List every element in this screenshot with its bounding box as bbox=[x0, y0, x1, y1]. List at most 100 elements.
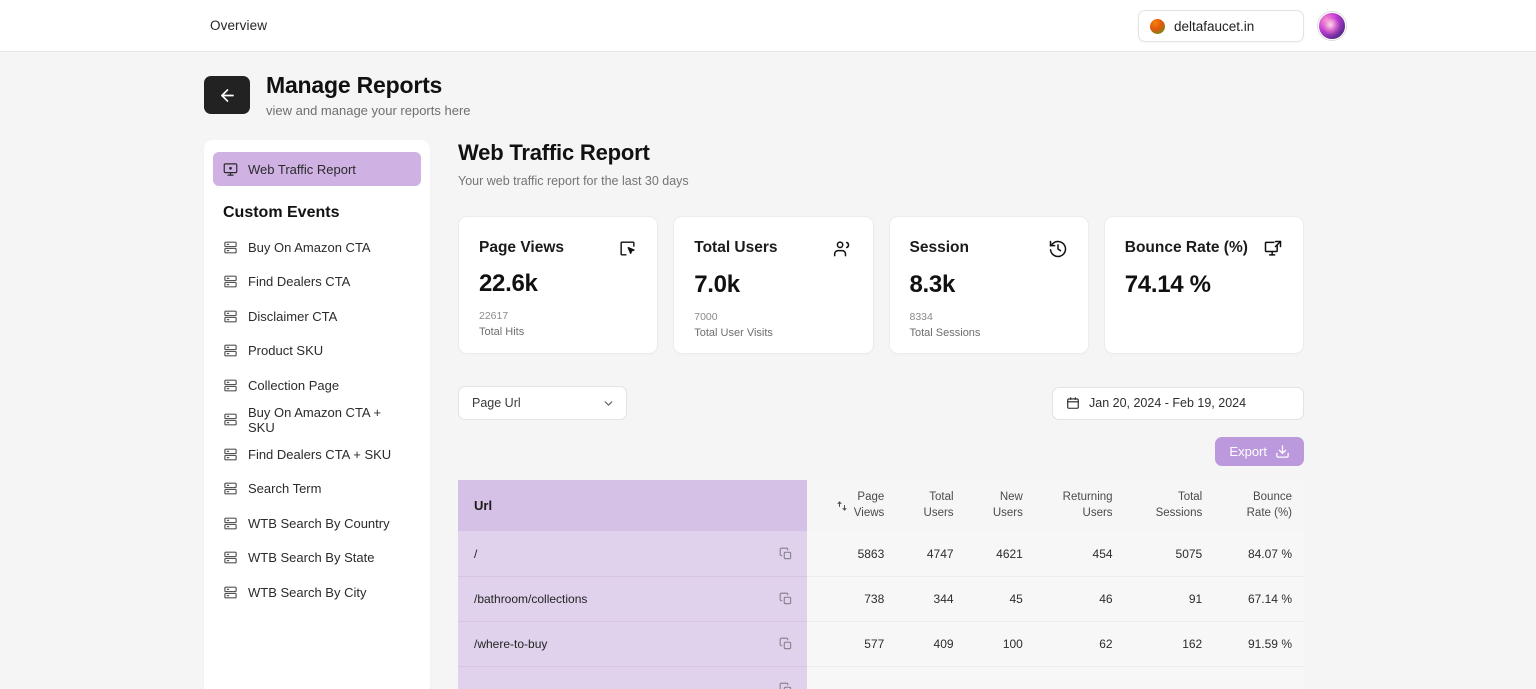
col-header-url[interactable]: Url bbox=[458, 480, 807, 532]
sidebar: Web Traffic Report Custom Events Buy On … bbox=[204, 140, 430, 689]
cell-returning-users bbox=[1034, 666, 1125, 689]
cell-url-text: /bathroom/collections bbox=[474, 591, 588, 606]
cell-url[interactable]: /bathroom/collections bbox=[458, 576, 807, 622]
col-header-returning-users[interactable]: Returning Users bbox=[1034, 480, 1125, 532]
sidebar-item-label: Search Term bbox=[248, 481, 322, 497]
col-label-line1: Bounce bbox=[1252, 491, 1292, 504]
cell-total-users bbox=[896, 666, 966, 689]
sidebar-item-label: Find Dealers CTA bbox=[248, 274, 351, 290]
stat-desc: Total Hits bbox=[479, 326, 525, 339]
copy-url-button[interactable] bbox=[779, 592, 793, 606]
nav-overview[interactable]: Overview bbox=[210, 18, 267, 33]
cell-new-users: 4621 bbox=[965, 531, 1035, 577]
sidebar-item-web-traffic-report[interactable]: Web Traffic Report bbox=[213, 152, 421, 187]
cell-page-views: 5863 bbox=[806, 531, 897, 577]
cell-new-users: 100 bbox=[965, 621, 1035, 667]
col-label-line2: Users bbox=[992, 506, 1023, 519]
export-button-label: Export bbox=[1229, 444, 1267, 460]
cell-page-views bbox=[806, 666, 897, 689]
sidebar-item-event[interactable]: Collection Page bbox=[213, 368, 421, 402]
table-header-row: Url Page Views Total Users New Users Ret… bbox=[458, 480, 1304, 532]
sidebar-item-event[interactable]: Buy On Amazon CTA bbox=[213, 230, 421, 264]
cell-returning-users: 62 bbox=[1034, 621, 1125, 667]
back-button[interactable] bbox=[204, 76, 250, 115]
stat-desc: Total User Visits bbox=[694, 327, 773, 340]
sidebar-item-label: Web Traffic Report bbox=[248, 161, 356, 177]
table-row[interactable]: /bathroom/collections 738 344 45 46 91 6… bbox=[458, 576, 1304, 622]
sidebar-item-event[interactable]: Find Dealers CTA + SKU bbox=[213, 437, 421, 471]
col-header-new-users[interactable]: New Users bbox=[965, 480, 1035, 532]
sidebar-item-label: Buy On Amazon CTA + SKU bbox=[248, 404, 382, 435]
sidebar-item-label: WTB Search By City bbox=[248, 584, 367, 600]
sidebar-item-event[interactable]: WTB Search By Country bbox=[213, 506, 421, 540]
avatar[interactable] bbox=[1318, 12, 1346, 40]
cell-url[interactable]: / bbox=[458, 531, 807, 577]
col-label-line2: Users bbox=[923, 506, 954, 519]
monitor-arrow-icon bbox=[1264, 241, 1282, 257]
sidebar-item-label: Find Dealers CTA + SKU bbox=[248, 446, 392, 462]
sidebar-item-event[interactable]: Product SKU bbox=[213, 334, 421, 368]
cell-total-sessions: 91 bbox=[1124, 576, 1215, 622]
cell-returning-users: 46 bbox=[1034, 576, 1125, 622]
export-button[interactable]: Export bbox=[1215, 437, 1304, 467]
cell-url[interactable]: /where-to-buy bbox=[458, 621, 807, 667]
arrow-left-icon bbox=[220, 88, 234, 102]
stat-value: 8.3k bbox=[909, 271, 956, 299]
sidebar-item-event[interactable]: Disclaimer CTA bbox=[213, 299, 421, 333]
sidebar-item-event[interactable]: WTB Search By State bbox=[213, 541, 421, 575]
stat-card-session: Session 8.3k 8334 Total Sessions bbox=[888, 216, 1089, 355]
col-label-line2: Sessions bbox=[1155, 506, 1203, 519]
cell-new-users: 45 bbox=[965, 576, 1035, 622]
stat-raw: 8334 bbox=[909, 311, 933, 324]
cell-page-views: 738 bbox=[806, 576, 897, 622]
stat-card-page-views: Page Views 22.6k 22617 Total Hits bbox=[458, 216, 659, 355]
sidebar-item-label: WTB Search By State bbox=[248, 550, 375, 566]
sidebar-item-event[interactable]: Search Term bbox=[213, 472, 421, 506]
col-label-line1: Total bbox=[929, 491, 954, 504]
sidebar-item-label: Collection Page bbox=[248, 377, 340, 393]
dimension-select-value: Page Url bbox=[472, 396, 521, 411]
history-clock-icon bbox=[1049, 241, 1066, 258]
status-dot-icon bbox=[1150, 18, 1165, 34]
copy-url-button[interactable] bbox=[779, 637, 793, 651]
copy-url-button[interactable] bbox=[779, 547, 793, 561]
topbar-right-cluster: deltafaucet.in bbox=[1138, 0, 1346, 52]
domain-selector[interactable]: deltafaucet.in bbox=[1138, 10, 1304, 42]
database-icon bbox=[224, 586, 237, 599]
table-row[interactable]: / 5863 4747 4621 454 5075 84.07 % bbox=[458, 531, 1304, 577]
cell-total-users: 4747 bbox=[896, 531, 966, 577]
export-row: Export bbox=[458, 437, 1304, 467]
dimension-select[interactable]: Page Url bbox=[458, 386, 627, 421]
date-range-picker[interactable]: Jan 20, 2024 - Feb 19, 2024 bbox=[1052, 386, 1304, 420]
stat-raw: 22617 bbox=[479, 310, 509, 323]
cell-url-text: / bbox=[474, 546, 478, 561]
cell-total-sessions: 162 bbox=[1124, 621, 1215, 667]
copy-url-button[interactable] bbox=[779, 682, 793, 689]
stat-label: Page Views bbox=[479, 239, 565, 257]
col-header-bounce-rate[interactable]: Bounce Rate (%) bbox=[1214, 480, 1304, 532]
table-row[interactable] bbox=[458, 666, 1304, 689]
report-table-wrapper: Url Page Views Total Users New Users Ret… bbox=[458, 480, 1304, 689]
cell-total-sessions bbox=[1124, 666, 1215, 689]
table-row[interactable]: /where-to-buy 577 409 100 62 162 91.59 % bbox=[458, 621, 1304, 667]
sidebar-item-event[interactable]: Find Dealers CTA bbox=[213, 265, 421, 299]
col-header-total-users[interactable]: Total Users bbox=[896, 480, 966, 532]
table-body: / 5863 4747 4621 454 5075 84.07 % /bathr… bbox=[458, 531, 1304, 689]
col-header-page-views[interactable]: Page Views bbox=[806, 480, 897, 532]
stat-value: 7.0k bbox=[694, 271, 740, 299]
sidebar-item-label: Disclaimer CTA bbox=[248, 308, 338, 324]
database-icon bbox=[224, 517, 237, 530]
main-content: Web Traffic Report Your web traffic repo… bbox=[458, 140, 1536, 689]
stat-raw: 7000 bbox=[694, 311, 718, 324]
stat-value: 74.14 % bbox=[1124, 271, 1211, 299]
report-table: Url Page Views Total Users New Users Ret… bbox=[458, 480, 1304, 689]
cell-url[interactable] bbox=[458, 666, 807, 689]
copy-icon bbox=[779, 682, 791, 689]
col-label-line1: New bbox=[999, 491, 1023, 504]
stat-card-total-users: Total Users 7.0k 7000 Total User Visits bbox=[673, 216, 874, 355]
col-header-total-sessions[interactable]: Total Sessions bbox=[1124, 480, 1215, 532]
stat-value: 22.6k bbox=[479, 270, 538, 298]
copy-icon bbox=[779, 547, 791, 559]
sidebar-item-event[interactable]: Buy On Amazon CTA + SKU bbox=[213, 403, 421, 437]
sidebar-item-event[interactable]: WTB Search By City bbox=[213, 575, 421, 609]
